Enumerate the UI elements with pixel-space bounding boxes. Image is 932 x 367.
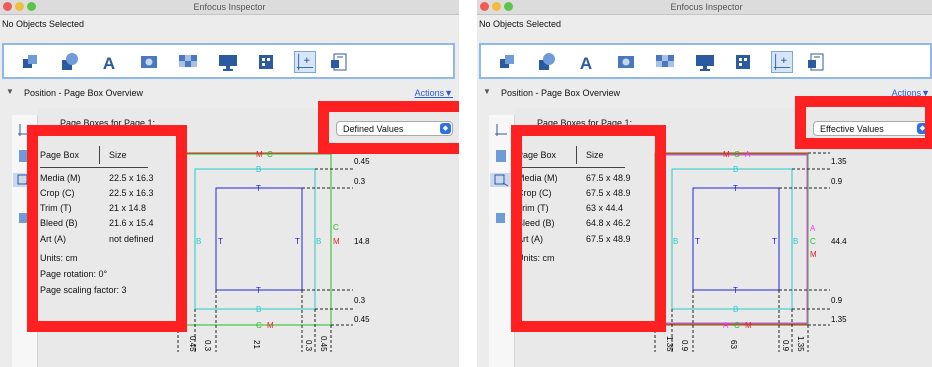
media-letter-bottom: M: [267, 321, 274, 330]
bleed-letter-bottom: B: [256, 305, 261, 314]
highlight-box-table: [27, 125, 187, 332]
bottom-label: 63: [729, 340, 738, 349]
bleed-letter-right: B: [316, 237, 321, 246]
crop-letter-top: C: [267, 150, 273, 159]
bottom-label: 1.35: [796, 336, 805, 352]
bottom-label: 0.3: [203, 340, 212, 352]
right-label: 0.45: [354, 315, 370, 324]
right-label: 0.3: [354, 296, 366, 305]
trim-letter-right: T: [295, 237, 300, 246]
right-label: 0.9: [831, 296, 843, 305]
right-dimension-lines: [302, 152, 353, 326]
crop-letter-right: C: [333, 223, 339, 232]
trim-letter-right: T: [772, 237, 777, 246]
media-letter-top: M: [723, 150, 730, 159]
crop-letter-bottom: C: [734, 321, 740, 330]
highlight-box-table: [511, 125, 666, 332]
trim-box-outline: [692, 187, 780, 291]
bleed-letter-top: B: [256, 165, 261, 174]
bleed-letter-right: B: [793, 237, 798, 246]
trim-letter-bottom: T: [256, 286, 261, 295]
art-box-outline: [655, 154, 808, 324]
right-label: 1.35: [831, 157, 847, 166]
bottom-label: 0.3: [304, 340, 313, 352]
bleed-letter-bottom: B: [733, 305, 738, 314]
right-dimension-lines: [779, 152, 830, 326]
bleed-letter-top: B: [733, 165, 738, 174]
bottom-label: 0.9: [781, 340, 790, 352]
right-label: 0.45: [354, 157, 370, 166]
bottom-label: 0.9: [680, 340, 689, 352]
crop-letter-right: C: [810, 237, 816, 246]
right-label: 0.3: [354, 177, 366, 186]
trim-letter-bottom: T: [733, 286, 738, 295]
media-letter-right: M: [810, 250, 817, 259]
media-letter-right: M: [333, 237, 340, 246]
bottom-label: 0.45: [319, 336, 328, 352]
crop-letter-bottom: C: [256, 321, 262, 330]
art-letter-bottom: A: [723, 321, 729, 330]
crop-letter-top: C: [734, 150, 740, 159]
bottom-label: 1.35: [665, 336, 674, 352]
media-letter-bottom: M: [745, 321, 752, 330]
right-label: 0.9: [831, 177, 843, 186]
trim-letter-top: T: [256, 184, 261, 193]
right-label: 14.8: [354, 237, 370, 246]
media-letter-top: M: [256, 150, 263, 159]
trim-box-outline: [215, 187, 303, 291]
highlight-box-dropdown: [795, 96, 932, 149]
right-label: 44.4: [831, 237, 847, 246]
trim-letter-top: T: [733, 184, 738, 193]
inspector-window-effective: Enfocus Inspector No Objects Selected A …: [477, 0, 932, 367]
art-letter-right: A: [810, 224, 816, 233]
inspector-window-defined: Enfocus Inspector No Objects Selected A …: [0, 0, 459, 367]
trim-letter-left: T: [218, 237, 223, 246]
art-letter-top: A: [745, 150, 751, 159]
bleed-letter-left: B: [196, 237, 201, 246]
bottom-label: 21: [252, 340, 261, 349]
highlight-box-dropdown: [318, 101, 459, 154]
trim-letter-left: T: [695, 237, 700, 246]
right-label: 1.35: [831, 315, 847, 324]
bottom-label: 0.45: [188, 336, 197, 352]
bleed-letter-left: B: [673, 237, 678, 246]
